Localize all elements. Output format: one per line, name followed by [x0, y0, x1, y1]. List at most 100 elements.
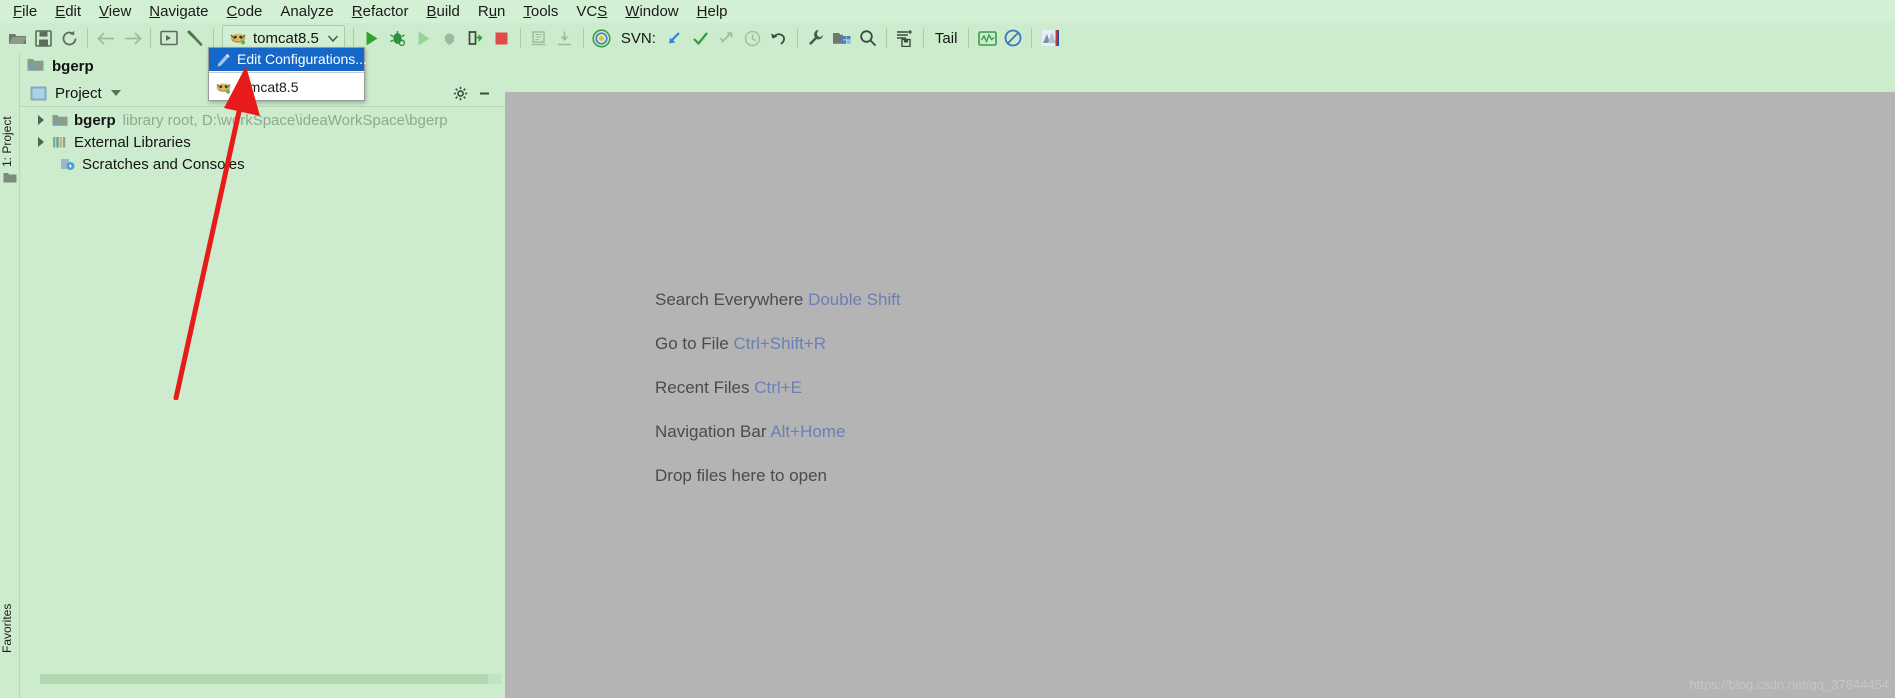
- push-icon[interactable]: [714, 25, 740, 51]
- menu-item-navigate[interactable]: Navigate: [140, 1, 217, 22]
- toolbar-separator: [213, 28, 214, 48]
- menu-item-analyze[interactable]: Analyze: [271, 1, 342, 22]
- module-folder-icon: [3, 171, 17, 184]
- welcome-hints: Search Everywhere Double Shift Go to Fil…: [655, 290, 901, 486]
- module-folder-icon: [27, 57, 44, 77]
- welcome-hint-row: Navigation Bar Alt+Home: [655, 422, 901, 442]
- search-icon[interactable]: [855, 25, 881, 51]
- arrow-left-icon[interactable]: [93, 25, 119, 51]
- menu-item-window[interactable]: Window: [616, 1, 687, 22]
- panel-settings-icon[interactable]: [449, 82, 471, 104]
- menu-item-code[interactable]: Code: [218, 1, 272, 22]
- monitor-graph-icon[interactable]: [974, 25, 1000, 51]
- arrow-right-icon[interactable]: [119, 25, 145, 51]
- dropdown-item-label: Edit Configurations...: [237, 51, 367, 67]
- svn-label: SVN:: [620, 29, 656, 47]
- menubar: File Edit View Navigate Code Analyze Ref…: [0, 0, 1895, 23]
- run-configuration-dropdown: Edit Configurations... tomcat8.5: [208, 47, 367, 101]
- project-horizontal-scrollbar[interactable]: [40, 674, 502, 684]
- welcome-hint-row: Search Everywhere Double Shift: [655, 290, 901, 310]
- dropdown-item-edit-configurations[interactable]: Edit Configurations...: [209, 48, 367, 71]
- hammer-icon[interactable]: [182, 25, 208, 51]
- tail-label[interactable]: Tail: [929, 30, 964, 47]
- minimize-icon[interactable]: [473, 82, 495, 104]
- welcome-hint-text: Go to File: [655, 334, 729, 353]
- sidebar-tab-favorites[interactable]: Favorites: [0, 573, 20, 653]
- toolbar-separator: [968, 28, 970, 48]
- attach-icon[interactable]: [552, 25, 578, 51]
- dropdown-separator: [209, 72, 364, 73]
- project-structure-icon[interactable]: [829, 25, 855, 51]
- menu-item-vcs[interactable]: VCS: [567, 1, 616, 22]
- tree-row[interactable]: bgerp library root, D:\workSpace\ideaWor…: [20, 109, 505, 131]
- application-icon[interactable]: [1037, 25, 1063, 51]
- dropdown-item-tomcat[interactable]: tomcat8.5: [209, 74, 364, 100]
- welcome-hint-text: Recent Files: [655, 378, 750, 397]
- tree-item-label: Scratches and Consoles: [82, 155, 245, 173]
- deploy-icon[interactable]: [526, 25, 552, 51]
- tomcat-icon: [215, 79, 232, 95]
- welcome-hint-shortcut: Double Shift: [808, 290, 901, 309]
- rerun-icon[interactable]: [463, 25, 489, 51]
- tree-item-detail: library root, D:\workSpace\ideaWorkSpace…: [122, 111, 448, 129]
- menu-item-edit[interactable]: Edit: [46, 1, 90, 22]
- save-all-icon[interactable]: [892, 25, 918, 51]
- page-title: bgerp: [52, 58, 94, 75]
- toolbar-separator: [922, 28, 924, 48]
- history-clock-icon[interactable]: [740, 25, 766, 51]
- sidebar-tab-project[interactable]: 1: Project: [0, 97, 20, 167]
- update-project-icon[interactable]: [662, 25, 688, 51]
- edit-configurations-icon: [215, 52, 232, 68]
- toggle-panel-icon[interactable]: [156, 25, 182, 51]
- revert-icon[interactable]: [766, 25, 792, 51]
- chevron-right-icon[interactable]: [38, 137, 44, 147]
- chevron-right-icon[interactable]: [38, 115, 44, 125]
- toolbar-separator: [519, 28, 521, 48]
- no-entry-icon[interactable]: [1000, 25, 1026, 51]
- menu-item-run[interactable]: Run: [469, 1, 515, 22]
- welcome-hint-shortcut: Ctrl+E: [754, 378, 802, 397]
- menu-item-build[interactable]: Build: [417, 1, 468, 22]
- toolbar-separator: [796, 28, 798, 48]
- welcome-hint-text: Search Everywhere: [655, 290, 804, 309]
- svn-logo-icon[interactable]: [589, 25, 615, 51]
- chevron-down-icon[interactable]: [326, 31, 340, 45]
- profile-icon[interactable]: [437, 25, 463, 51]
- module-folder-icon: [52, 113, 68, 127]
- open-folder-icon[interactable]: [4, 25, 30, 51]
- tree-item-label: bgerp: [74, 111, 116, 129]
- menu-item-help[interactable]: Help: [688, 1, 737, 22]
- welcome-hint-shortcut: Alt+Home: [770, 422, 846, 441]
- tree-row[interactable]: Scratches and Consoles: [20, 153, 505, 175]
- tree-item-label: External Libraries: [74, 133, 191, 151]
- menu-item-file[interactable]: File: [4, 1, 46, 22]
- project-tree: bgerp library root, D:\workSpace\ideaWor…: [20, 109, 505, 175]
- editor-area: Search Everywhere Double Shift Go to Fil…: [505, 92, 1895, 698]
- toolbar-separator: [582, 28, 584, 48]
- stop-icon[interactable]: [489, 25, 515, 51]
- libraries-icon: [52, 135, 68, 149]
- menu-item-tools[interactable]: Tools: [514, 1, 567, 22]
- commit-check-icon[interactable]: [688, 25, 714, 51]
- welcome-hint-text: Drop files here to open: [655, 466, 827, 485]
- watermark-url: https://blog.csdn.net/qq_37844454: [1689, 677, 1890, 692]
- menu-item-refactor[interactable]: Refactor: [343, 1, 418, 22]
- run-configuration-label: tomcat8.5: [253, 29, 319, 47]
- menu-item-view[interactable]: View: [90, 1, 140, 22]
- tree-row[interactable]: External Libraries: [20, 131, 505, 153]
- run-with-coverage-icon[interactable]: [411, 25, 437, 51]
- toolbar-separator: [87, 28, 88, 48]
- tomcat-icon: [228, 28, 248, 48]
- chevron-down-icon[interactable]: [110, 90, 121, 96]
- scrollbar-thumb[interactable]: [40, 674, 488, 684]
- save-icon[interactable]: [30, 25, 56, 51]
- welcome-hint-row: Go to File Ctrl+Shift+R: [655, 334, 901, 354]
- welcome-hint-shortcut: Ctrl+Shift+R: [733, 334, 827, 353]
- toolbar-separator: [150, 28, 151, 48]
- scratches-icon: [60, 157, 76, 171]
- debug-icon[interactable]: [385, 25, 411, 51]
- project-view-icon: [30, 86, 47, 101]
- sync-icon[interactable]: [56, 25, 82, 51]
- project-panel-label: Project: [55, 84, 102, 102]
- wrench-icon[interactable]: [803, 25, 829, 51]
